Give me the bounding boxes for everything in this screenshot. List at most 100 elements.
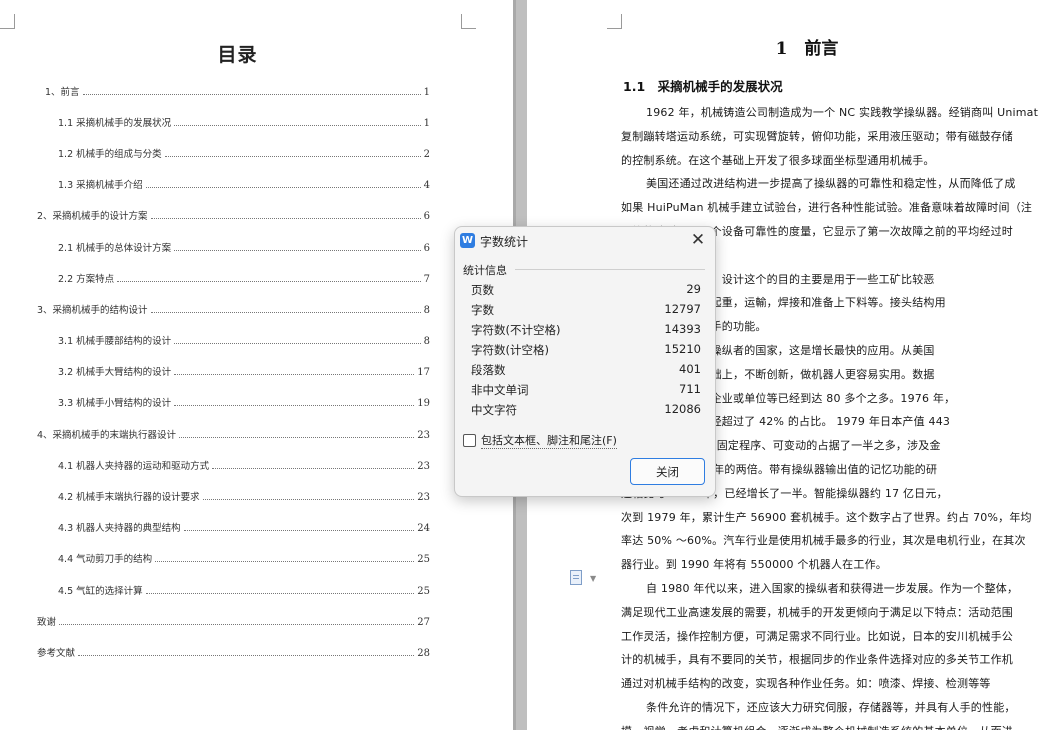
toc-entry-label: 参考文献	[37, 648, 76, 659]
chevron-down-icon[interactable]: ▼	[590, 574, 596, 583]
body-text-line: 复制蹦转塔运动系统，可实现臂旋转，俯仰功能，采用液压驱动；带有磁鼓存储	[621, 130, 1013, 143]
toc-entry-page: 1	[423, 87, 430, 98]
stat-row: 字符数(计空格) 15210	[471, 342, 701, 360]
checkbox-box[interactable]	[463, 433, 476, 447]
toc-entry-label: 2.2 方案特点	[58, 274, 115, 285]
toc-entry-page: 7	[423, 274, 430, 285]
body-text-line: 的控制系统。在这个基础上开发了很多球面坐标型通用机械手。	[621, 154, 935, 167]
toc-entry[interactable]: 3.2 机械手大臂结构的设计 17	[58, 364, 430, 378]
stat-row: 字符数(不计空格) 14393	[471, 322, 701, 340]
stat-row: 字数 12797	[471, 302, 701, 320]
toc-leader-dots	[82, 94, 421, 95]
stat-value: 15210	[664, 342, 701, 356]
toc-entry-label: 3.3 机械手小臂结构的设计	[58, 398, 172, 409]
toc-leader-dots	[179, 437, 415, 438]
toc-entry-label: 4.4 气动剪刀手的结构	[58, 554, 153, 565]
toc-entry[interactable]: 3.1 机械手腰部结构的设计 8	[58, 333, 430, 347]
toc-entry[interactable]: 2.2 方案特点 7	[58, 271, 430, 285]
stat-value: 29	[686, 282, 701, 296]
wps-writer-icon: W	[460, 233, 475, 248]
toc-entry-label: 3.2 机械手大臂结构的设计	[58, 367, 172, 378]
toc-entry[interactable]: 致谢 27	[37, 614, 430, 628]
toc-leader-dots	[78, 655, 415, 656]
toc-entry[interactable]: 4.5 气缸的选择计算 25	[58, 583, 430, 597]
toc-entry[interactable]: 3.3 机械手小臂结构的设计 19	[58, 395, 430, 409]
stat-row: 非中文单词 711	[471, 382, 701, 400]
toc-entry-page: 2	[423, 149, 430, 160]
toc-entry-page: 6	[423, 211, 430, 222]
close-icon[interactable]: ✕	[689, 230, 707, 250]
toc-entry[interactable]: 参考文献 28	[37, 645, 430, 659]
stat-value: 12086	[664, 402, 701, 416]
paste-options-icon[interactable]	[570, 570, 582, 585]
toc-entry-label: 3、采摘机械手的结构设计	[37, 305, 148, 316]
body-text-line: 摸，视觉，考虑和计算机组合，逐渐成为整个机械制造系统的基本单位，从而进	[621, 723, 1013, 730]
toc-entry[interactable]: 1、前言 1	[45, 84, 430, 98]
toc-leader-dots	[155, 561, 415, 562]
close-button[interactable]: 关闭	[630, 458, 705, 485]
stat-label: 中文字符	[471, 403, 517, 417]
page-corner-mark	[461, 14, 476, 29]
toc-entry[interactable]: 3、采摘机械手的结构设计 8	[37, 302, 430, 316]
toc-leader-dots	[164, 156, 421, 157]
toc-leader-dots	[150, 218, 421, 219]
toc-entry-label: 4、采摘机械手的末端执行器设计	[37, 430, 177, 441]
toc-leader-dots	[150, 312, 421, 313]
body-text-line: 计的机械手，具有不要同的关节，根据同步的作业条件选择对应的多关节工作机	[621, 653, 1013, 666]
toc-leader-dots	[145, 593, 415, 594]
toc-entry-page: 24	[417, 523, 430, 534]
toc-entry[interactable]: 4.2 机械手末端执行器的设计要求 23	[58, 489, 430, 503]
toc-leader-dots	[145, 187, 421, 188]
toc-leader-dots	[183, 530, 415, 531]
toc-entry[interactable]: 4、采摘机械手的末端执行器设计 23	[37, 427, 430, 441]
word-count-dialog: W 字数统计 ✕ 统计信息 页数 29 字数 12797 字符数(不计空格) 14393 字…	[454, 226, 716, 497]
stat-label: 段落数	[471, 363, 506, 377]
toc-leader-dots	[117, 281, 421, 282]
toc-entry-page: 23	[417, 492, 430, 503]
statistics-group-label: 统计信息	[463, 264, 507, 277]
body-text-line: 1962 年，机械铸造公司制造成为一个 NC 实践教学操纵器。经销商叫 Unim…	[646, 106, 1039, 119]
toc-entry-page: 27	[417, 617, 430, 628]
body-text-line: 自 1980 年代以来，进入国家的操纵者和获得进一步发展。作为一个整体，	[646, 582, 1019, 595]
toc-entry[interactable]: 1.2 机械手的组成与分类 2	[58, 146, 430, 160]
toc-entry[interactable]: 1.1 采摘机械手的发展状况 1	[58, 115, 430, 129]
toc-leader-dots	[212, 468, 415, 469]
body-text-line: 次到 1979 年，累计生产 56900 套机械手。这个数字占了世界。约占 70…	[621, 511, 1032, 524]
toc-entry-page: 28	[417, 648, 430, 659]
toc-entry-page: 8	[423, 305, 430, 316]
toc-entry-page: 6	[423, 243, 430, 254]
toc-entry[interactable]: 1.3 采摘机械手介绍 4	[58, 177, 430, 191]
body-text-line: 满足现代工业高速发展的需要，机械手的开发更倾向于满足以下特点：活动范围	[621, 606, 1013, 619]
section-title: 1.1 采摘机械手的发展状况	[623, 79, 783, 94]
toc-title: 目录	[217, 44, 258, 66]
stat-value: 14393	[664, 322, 701, 336]
stat-value: 401	[679, 362, 701, 376]
toc-entry[interactable]: 4.3 机器人夹持器的典型结构 24	[58, 520, 430, 534]
toc-entry-page: 23	[417, 461, 430, 472]
toc-leader-dots	[174, 343, 421, 344]
toc-entry[interactable]: 2、采摘机械手的设计方案 6	[37, 208, 430, 222]
toc-entry-page: 17	[417, 367, 430, 378]
toc-entry-label: 致谢	[37, 617, 57, 628]
toc-entry[interactable]: 2.1 机械手的总体设计方案 6	[58, 240, 430, 254]
toc-entry-label: 3.1 机械手腰部结构的设计	[58, 336, 172, 347]
toc-entry-page: 25	[417, 586, 430, 597]
toc-entry-label: 2.1 机械手的总体设计方案	[58, 243, 172, 254]
body-text-line: 如果 HuiPuMan 机械手建立试验台，进行各种性能试验。准备意味着故障时间（…	[621, 201, 1033, 214]
toc-leader-dots	[174, 250, 421, 251]
toc-leader-dots	[174, 405, 415, 406]
toc-entry-page: 4	[423, 180, 430, 191]
toc-entry-page: 1	[423, 118, 430, 129]
toc-entry-label: 4.3 机器人夹持器的典型结构	[58, 523, 181, 534]
stat-row: 中文字符 12086	[471, 402, 701, 420]
toc-entry-label: 1.2 机械手的组成与分类	[58, 149, 162, 160]
group-divider	[515, 269, 705, 270]
include-textboxes-checkbox[interactable]: 包括文本框、脚注和尾注(F)	[463, 432, 617, 449]
toc-entry[interactable]: 4.4 气动剪刀手的结构 25	[58, 551, 430, 565]
body-text-line: 器行业。到 1990 年将有 550000 个机器人在工作。	[621, 558, 887, 571]
toc-entry-page: 23	[417, 430, 430, 441]
stat-label: 字符数(不计空格)	[471, 323, 561, 337]
toc-leader-dots	[174, 125, 421, 126]
dialog-titlebar[interactable]: W 字数统计 ✕	[455, 227, 715, 255]
toc-entry[interactable]: 4.1 机器人夹持器的运动和驱动方式 23	[58, 458, 430, 472]
